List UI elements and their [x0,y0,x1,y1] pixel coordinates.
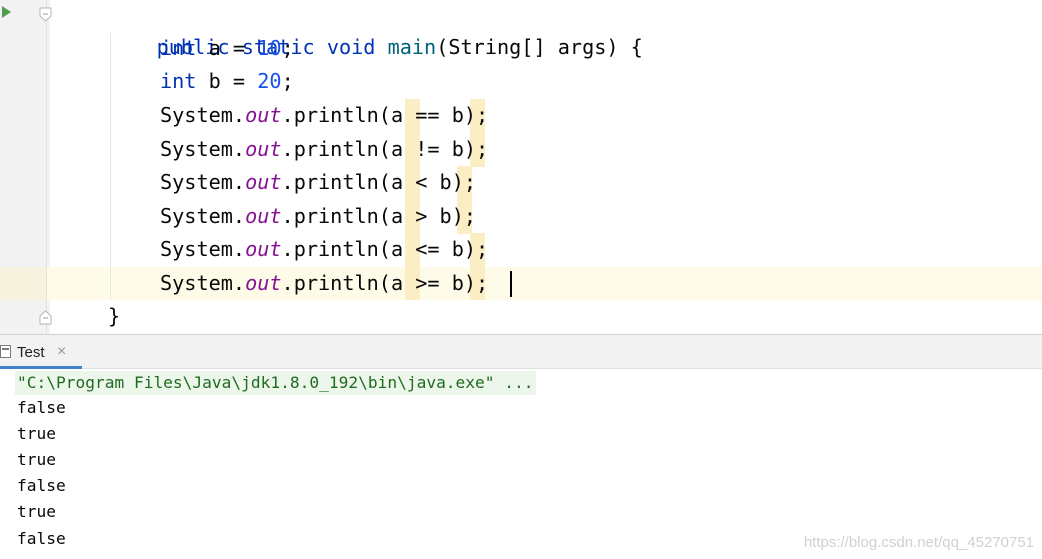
console-output-line: false [17,476,66,495]
class-ref: System. [160,137,246,161]
static-field-out: out [245,204,282,228]
comparison-expression: a < b [390,170,452,194]
close-icon[interactable]: × [57,343,66,361]
text-caret [510,271,512,297]
console-output-line: true [17,424,56,443]
gutter-separator [46,0,47,334]
class-ref: System. [160,271,246,295]
closing-brace: } [108,304,121,328]
tab-label: Test [17,344,45,361]
code-line-println[interactable]: System.out.println(a > b); [160,200,476,233]
class-ref: System. [160,237,246,261]
assign-operator: = [220,36,258,60]
call-end: ); [463,237,489,261]
code-line-decl-b[interactable]: int b = 20; [160,65,294,98]
code-line-println[interactable]: System.out.println(a >= b); [160,267,488,300]
code-line-println[interactable]: System.out.println(a < b); [160,166,476,199]
fold-start-icon[interactable] [39,7,52,22]
class-ref: System. [160,103,246,127]
keyword-int: int [160,36,197,60]
method-call: .println( [281,271,391,295]
number-literal: 20 [257,69,282,93]
method-call: .println( [281,137,391,161]
static-field-out: out [245,271,282,295]
code-line-println[interactable]: System.out.println(a != b); [160,133,488,166]
variable-name: b [208,69,221,93]
code-line-decl-a[interactable]: int a = 10; [160,32,294,65]
comparison-expression: a <= b [390,237,464,261]
call-end: ); [451,170,477,194]
console-command-line[interactable]: "C:\Program Files\Java\jdk1.8.0_192\bin\… [15,371,536,395]
call-end: ); [451,204,477,228]
variable-name: a [208,36,221,60]
call-end: ); [463,271,489,295]
method-call: .println( [281,204,391,228]
method-call: .println( [281,103,391,127]
code-editor[interactable]: public static void main(String[] args) {… [0,0,1042,334]
comparison-expression: a >= b [390,271,464,295]
comparison-expression: a != b [390,137,464,161]
run-console[interactable]: "C:\Program Files\Java\jdk1.8.0_192\bin\… [0,369,1042,559]
watermark: https://blog.csdn.net/qq_45270751 [803,534,1034,551]
console-output-line: false [17,529,66,548]
run-config-icon [0,345,11,358]
current-line-highlight [0,267,1042,300]
comparison-expression: a > b [390,204,452,228]
console-output-line: false [17,398,66,417]
console-output-line: true [17,502,56,521]
tab-test[interactable]: Test × [0,335,82,369]
console-output-line: true [17,450,56,469]
run-main-icon[interactable] [2,6,11,18]
semicolon: ; [281,36,294,60]
keyword-void: void [326,35,376,59]
method-name: main [387,35,437,59]
code-line-println[interactable]: System.out.println(a <= b); [160,233,488,266]
run-tool-window-header: Test × [0,334,1042,369]
fold-end-icon[interactable] [39,310,52,325]
code-line-closing-brace[interactable]: } [108,300,120,333]
method-call: .println( [281,237,391,261]
static-field-out: out [245,170,282,194]
method-params: (String[] args) { [436,35,643,59]
comparison-expression: a == b [390,103,464,127]
code-line-method-signature[interactable]: public static void main(String[] args) { [108,0,643,59]
class-ref: System. [160,204,246,228]
number-literal: 10 [257,36,282,60]
class-ref: System. [160,170,246,194]
call-end: ); [463,137,489,161]
keyword-int: int [160,69,197,93]
method-call: .println( [281,170,391,194]
current-line-gutter-highlight [0,267,47,300]
code-line-println[interactable]: System.out.println(a == b); [160,99,488,132]
assign-operator: = [220,69,258,93]
static-field-out: out [245,103,282,127]
call-end: ); [463,103,489,127]
semicolon: ; [281,69,294,93]
static-field-out: out [245,137,282,161]
static-field-out: out [245,237,282,261]
